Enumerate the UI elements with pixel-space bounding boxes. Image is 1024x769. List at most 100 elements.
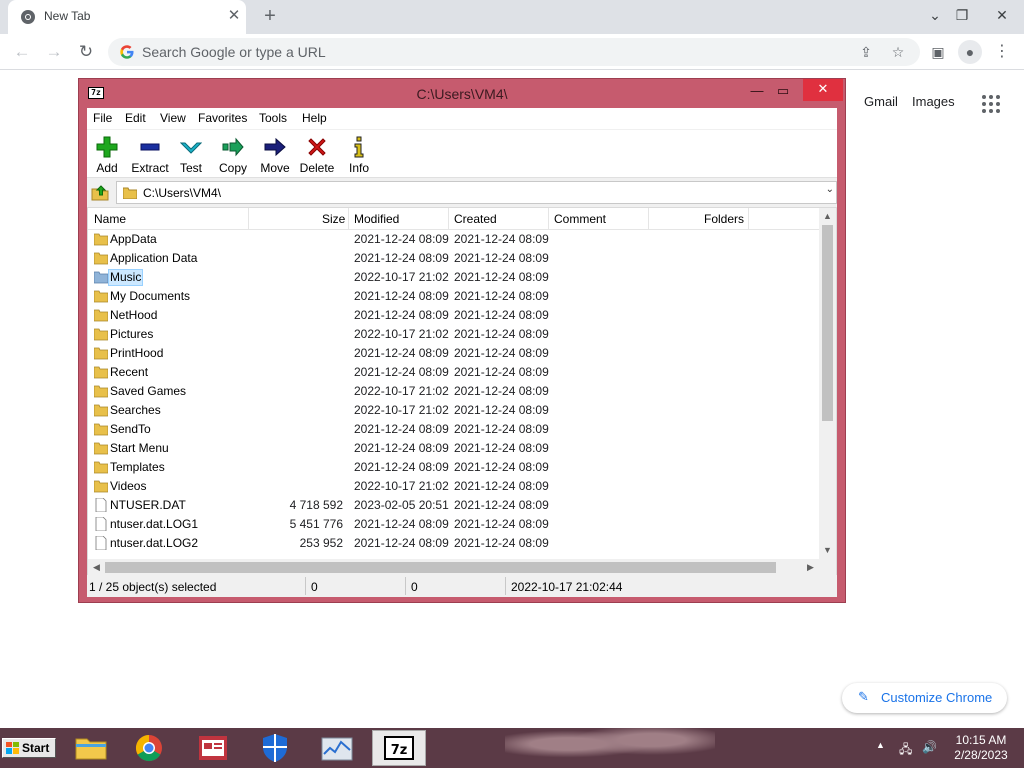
copy-button[interactable]: Copy [211,132,255,176]
file-modified: 2022-10-17 21:02 [354,479,449,493]
column-size[interactable]: Size [322,212,345,226]
menu-edit[interactable]: Edit [125,111,146,125]
menu-favorites[interactable]: Favorites [198,111,247,125]
maximize-button[interactable]: ▭ [769,81,797,101]
gmail-link[interactable]: Gmail [864,94,898,109]
clock-date: 2/28/2023 [954,748,1008,762]
scroll-right-icon[interactable]: ▶ [802,559,819,576]
status-size: 0 [311,580,318,594]
add-button[interactable]: Add [85,132,129,176]
chevron-down-icon[interactable]: ⌄ [826,184,834,195]
tab-search-icon[interactable]: ⌄ [921,2,949,28]
scroll-up-icon[interactable]: ▲ [819,208,836,225]
table-row[interactable]: Recent 2021-12-24 08:09 2021-12-24 08:09 [88,363,819,382]
google-apps-icon[interactable] [982,95,1000,113]
file-size: 253 952 [299,536,343,550]
7zip-icon[interactable]: 7z [372,730,426,766]
column-modified[interactable]: Modified [354,212,399,226]
move-button[interactable]: Move [253,132,297,176]
bookmark-star-icon[interactable]: ☆ [888,42,908,62]
table-row[interactable]: NetHood 2021-12-24 08:09 2021-12-24 08:09 [88,306,819,325]
menu-bar: File Edit View Favorites Tools Help [87,108,837,129]
hscroll-thumb[interactable] [105,562,776,573]
file-list[interactable]: Name Size Modified Created Comment Folde… [87,207,837,581]
close-button[interactable]: ✕ [803,79,843,101]
table-row[interactable]: Searches 2022-10-17 21:02 2021-12-24 08:09 [88,401,819,420]
tab-close-button[interactable]: ✕ [224,6,244,26]
table-row[interactable]: Application Data 2021-12-24 08:09 2021-12-… [88,249,819,268]
profile-avatar-icon[interactable]: ● [958,40,982,64]
file-name: Templates [110,460,165,474]
omnibox[interactable]: Search Google or type a URL ⇪ ☆ [108,38,920,66]
file-modified: 2022-10-17 21:02 [354,270,449,284]
table-row[interactable]: AppData 2021-12-24 08:09 2021-12-24 08:09 [88,230,819,249]
side-panel-icon[interactable]: ▣ [926,40,950,64]
back-button[interactable]: ← [9,39,35,65]
new-tab-button[interactable]: + [258,5,282,29]
table-row[interactable]: ntuser.dat.LOG2 253 952 2021-12-24 08:09 20… [88,534,819,553]
folder-up-icon[interactable] [91,183,109,201]
images-link[interactable]: Images [912,94,955,109]
browser-toolbar: ← → ↻ Search Google or type a URL ⇪ ☆ ▣ … [0,34,1024,70]
file-created: 2021-12-24 08:09 [454,270,549,284]
table-row[interactable]: My Documents 2021-12-24 08:09 2021-12-24 0… [88,287,819,306]
chrome-icon [21,10,35,24]
shield-icon[interactable] [248,730,302,766]
horizontal-scrollbar[interactable]: ◀ ▶ [88,559,819,576]
file-created: 2021-12-24 08:09 [454,232,549,246]
menu-view[interactable]: View [160,111,186,125]
column-created[interactable]: Created [454,212,497,226]
tab-new-tab[interactable]: New Tab ✕ [8,0,246,34]
file-name: Searches [110,403,161,417]
news-icon[interactable] [186,730,240,766]
extract-button[interactable]: Extract [128,132,172,176]
table-row[interactable]: Pictures 2022-10-17 21:02 2021-12-24 08:09 [88,325,819,344]
table-row[interactable]: Templates 2021-12-24 08:09 2021-12-24 08:0… [88,458,819,477]
chrome-icon[interactable] [122,730,176,766]
file-modified: 2021-12-24 08:09 [354,517,449,531]
minimize-button[interactable]: — [743,81,771,101]
table-row[interactable]: SendTo 2021-12-24 08:09 2021-12-24 08:09 [88,420,819,439]
table-row[interactable]: Videos 2022-10-17 21:02 2021-12-24 08:09 [88,477,819,496]
menu-help[interactable]: Help [302,111,327,125]
restore-window-button[interactable]: ❐ [948,2,976,28]
delete-button[interactable]: Delete [295,132,339,176]
table-row[interactable]: PrintHood 2021-12-24 08:09 2021-12-24 08:0… [88,344,819,363]
table-row[interactable]: NTUSER.DAT 4 718 592 2023-02-05 20:51 2021-… [88,496,819,515]
info-button[interactable]: Info [337,132,381,176]
file-created: 2021-12-24 08:09 [454,289,549,303]
show-hidden-icons-icon[interactable]: ▲ [876,740,885,750]
vertical-scrollbar[interactable]: ▲ ▼ [819,208,836,559]
file-modified: 2021-12-24 08:09 [354,308,449,322]
scroll-thumb[interactable] [822,225,833,421]
scroll-down-icon[interactable]: ▼ [819,542,836,559]
delete-label: Delete [299,161,335,175]
start-button[interactable]: Start [2,738,56,758]
column-comment[interactable]: Comment [554,212,606,226]
scroll-left-icon[interactable]: ◀ [88,559,105,576]
customize-chrome-button[interactable]: ✎ Customize Chrome [842,683,1007,713]
menu-file[interactable]: File [93,111,112,125]
table-row[interactable]: Start Menu 2021-12-24 08:09 2021-12-24 08:… [88,439,819,458]
task-manager-icon[interactable] [310,730,364,766]
table-row[interactable]: Saved Games 2022-10-17 21:02 2021-12-24 08… [88,382,819,401]
menu-tools[interactable]: Tools [259,111,287,125]
close-window-button[interactable]: ✕ [988,2,1016,28]
system-clock[interactable]: 10:15 AM 2/28/2023 [946,733,1016,763]
scroll-corner [819,559,836,576]
table-row[interactable]: ntuser.dat.LOG1 5 451 776 2021-12-24 08:09… [88,515,819,534]
share-icon[interactable]: ⇪ [856,42,876,62]
reload-button[interactable]: ↻ [73,39,99,65]
chrome-menu-icon[interactable]: ⋮ [990,40,1014,64]
address-combobox[interactable]: C:\Users\VM4\ ⌄ [116,181,837,204]
column-folders[interactable]: Folders [704,212,744,226]
test-button[interactable]: Test [169,132,213,176]
forward-button[interactable]: → [41,39,67,65]
network-icon[interactable]: 🖧 [899,740,912,761]
table-row[interactable]: Music 2022-10-17 21:02 2021-12-24 08:09 [88,268,819,287]
file-icon [95,498,107,512]
file-explorer-icon[interactable] [64,730,118,766]
volume-icon[interactable]: 🔊 [922,740,937,754]
column-name[interactable]: Name [94,212,126,226]
file-modified: 2021-12-24 08:09 [354,460,449,474]
